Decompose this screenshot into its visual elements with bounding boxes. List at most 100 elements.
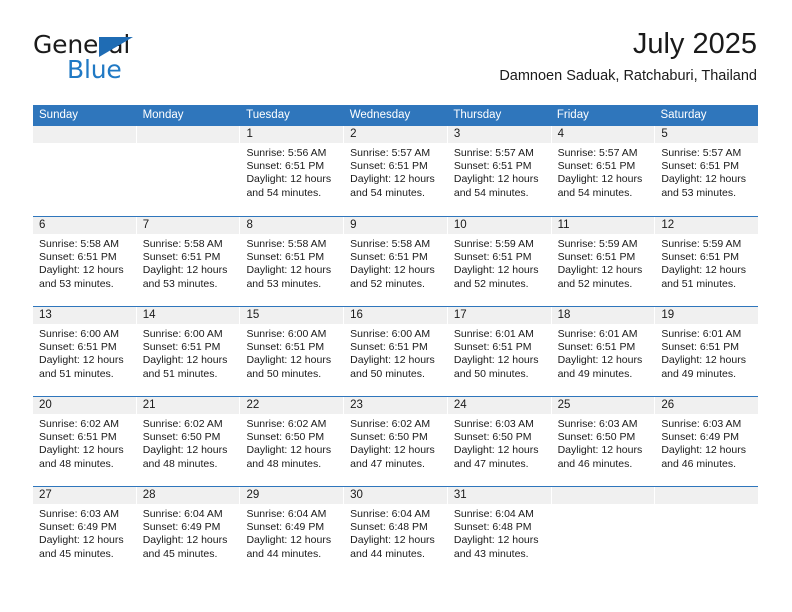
day-info: Sunrise: 6:04 AM Sunset: 6:49 PM Daylight:…: [137, 504, 240, 561]
page-subtitle: Damnoen Saduak, Ratchaburi, Thailand: [499, 68, 757, 85]
brand-logo[interactable]: General Blue: [33, 32, 233, 88]
sunset-text: Sunset: 6:51 PM: [557, 160, 636, 173]
calendar-day-cell[interactable]: 9 Sunrise: 5:58 AM Sunset: 6:51 PM Daylight…: [344, 217, 448, 306]
calendar-day-cell[interactable]: 2 Sunrise: 5:57 AM Sunset: 6:51 PM Daylight…: [344, 126, 448, 216]
calendar-day-cell[interactable]: 12 Sunrise: 5:59 AM Sunset: 6:51 PM Dayligh…: [655, 217, 759, 306]
calendar-day-cell[interactable]: 29 Sunrise: 6:04 AM Sunset: 6:49 PM Dayligh…: [240, 487, 345, 576]
daylight-text: Daylight: 12 hours and 48 minutes.: [39, 444, 124, 470]
sunset-text: Sunset: 6:51 PM: [453, 251, 532, 264]
calendar-day-cell[interactable]: 4 Sunrise: 5:57 AM Sunset: 6:51 PM Daylight…: [551, 126, 656, 216]
day-info: Sunrise: 6:03 AM Sunset: 6:49 PM Daylight:…: [655, 414, 758, 471]
day-number: 9: [344, 217, 447, 234]
sunset-text: Sunset: 6:51 PM: [246, 160, 325, 173]
sunset-text: Sunset: 6:51 PM: [39, 341, 117, 354]
calendar-day-cell-empty: [655, 487, 759, 576]
sunset-text: Sunset: 6:51 PM: [142, 251, 221, 264]
daylight-text: Daylight: 12 hours and 50 minutes.: [453, 354, 539, 380]
sunrise-text: Sunrise: 5:59 AM: [453, 238, 534, 250]
weekday-header-friday: Friday: [556, 109, 589, 121]
day-info: Sunrise: 5:59 AM Sunset: 6:51 PM Daylight:…: [448, 234, 551, 291]
calendar-day-cell[interactable]: 1 Sunrise: 5:56 AM Sunset: 6:51 PM Daylight…: [240, 126, 345, 216]
sunset-text: Sunset: 6:50 PM: [246, 431, 325, 444]
daylight-text: Daylight: 12 hours and 53 minutes.: [142, 264, 228, 290]
calendar-day-cell[interactable]: 23 Sunrise: 6:02 AM Sunset: 6:50 PM Dayligh…: [344, 397, 448, 486]
weekday-header-monday: Monday: [142, 109, 184, 121]
daylight-text: Daylight: 12 hours and 54 minutes.: [453, 173, 539, 199]
daylight-text: Daylight: 12 hours and 47 minutes.: [453, 444, 539, 470]
daylight-text: Daylight: 12 hours and 45 minutes.: [142, 534, 228, 560]
calendar-day-cell[interactable]: 16 Sunrise: 6:00 AM Sunset: 6:51 PM Dayligh…: [344, 307, 448, 396]
calendar-day-cell[interactable]: 18 Sunrise: 6:01 AM Sunset: 6:51 PM Dayligh…: [551, 307, 656, 396]
sunrise-text: Sunrise: 6:01 AM: [661, 328, 742, 340]
calendar-day-cell[interactable]: 14 Sunrise: 6:00 AM Sunset: 6:51 PM Dayligh…: [136, 307, 241, 396]
daylight-text: Daylight: 12 hours and 44 minutes.: [350, 534, 435, 560]
calendar-day-cell[interactable]: 20 Sunrise: 6:02 AM Sunset: 6:51 PM Dayligh…: [33, 397, 137, 486]
page-title: July 2025: [632, 28, 757, 60]
calendar-grid: Sunday Monday Tuesday Wednesday Thursday…: [33, 105, 759, 576]
sunrise-text: Sunrise: 5:59 AM: [557, 238, 638, 250]
day-number: 29: [240, 487, 344, 504]
calendar-day-cell[interactable]: 8 Sunrise: 5:58 AM Sunset: 6:51 PM Daylight…: [240, 217, 345, 306]
calendar-day-cell[interactable]: 7 Sunrise: 5:58 AM Sunset: 6:51 PM Daylight…: [136, 217, 241, 306]
calendar-weeks: 1 Sunrise: 5:56 AM Sunset: 6:51 PM Daylight…: [33, 126, 759, 576]
daylight-text: Daylight: 12 hours and 53 minutes.: [39, 264, 124, 290]
calendar-day-cell[interactable]: 24 Sunrise: 6:03 AM Sunset: 6:50 PM Dayligh…: [447, 397, 552, 486]
sunset-text: Sunset: 6:51 PM: [661, 251, 739, 264]
day-number: 10: [447, 217, 551, 234]
daylight-text: Daylight: 12 hours and 49 minutes.: [661, 354, 746, 380]
calendar-day-cell[interactable]: 31 Sunrise: 6:04 AM Sunset: 6:48 PM Dayligh…: [447, 487, 552, 576]
sunset-text: Sunset: 6:51 PM: [246, 251, 325, 264]
calendar-day-cell[interactable]: 17 Sunrise: 6:01 AM Sunset: 6:51 PM Dayligh…: [447, 307, 552, 396]
daylight-text: Daylight: 12 hours and 54 minutes.: [350, 173, 435, 199]
calendar-day-cell[interactable]: 27 Sunrise: 6:03 AM Sunset: 6:49 PM Dayligh…: [33, 487, 137, 576]
day-info: Sunrise: 6:04 AM Sunset: 6:49 PM Daylight:…: [240, 504, 343, 561]
day-number: 11: [551, 217, 655, 234]
brand-triangle-icon: [99, 37, 133, 57]
calendar-day-cell[interactable]: 22 Sunrise: 6:02 AM Sunset: 6:50 PM Dayligh…: [240, 397, 345, 486]
sunrise-text: Sunrise: 6:01 AM: [453, 328, 534, 340]
sunrise-text: Sunrise: 6:02 AM: [142, 418, 223, 430]
calendar-day-cell[interactable]: 6 Sunrise: 5:58 AM Sunset: 6:51 PM Daylight…: [33, 217, 137, 306]
calendar-day-cell[interactable]: 25 Sunrise: 6:03 AM Sunset: 6:50 PM Dayligh…: [551, 397, 656, 486]
sunset-text: Sunset: 6:51 PM: [350, 160, 428, 173]
sunrise-text: Sunrise: 5:57 AM: [557, 147, 638, 159]
sunrise-text: Sunrise: 5:57 AM: [453, 147, 534, 159]
weekday-header-tuesday: Tuesday: [246, 109, 290, 121]
calendar-day-cell[interactable]: 10 Sunrise: 5:59 AM Sunset: 6:51 PM Dayligh…: [447, 217, 552, 306]
sunrise-text: Sunrise: 6:04 AM: [142, 508, 223, 520]
sunrise-text: Sunrise: 5:58 AM: [39, 238, 119, 250]
sunrise-text: Sunrise: 6:04 AM: [453, 508, 534, 520]
day-info: Sunrise: 6:01 AM Sunset: 6:51 PM Daylight:…: [448, 324, 551, 381]
sunset-text: Sunset: 6:50 PM: [142, 431, 221, 444]
day-info: Sunrise: 5:57 AM Sunset: 6:51 PM Daylight:…: [344, 143, 447, 200]
calendar-day-cell[interactable]: 26 Sunrise: 6:03 AM Sunset: 6:49 PM Dayligh…: [655, 397, 759, 486]
day-info: Sunrise: 5:57 AM Sunset: 6:51 PM Daylight:…: [448, 143, 551, 200]
page-header: General Blue July 2025 Damnoen Saduak, R…: [33, 28, 757, 96]
day-number: 15: [240, 307, 344, 324]
calendar-day-cell[interactable]: 28 Sunrise: 6:04 AM Sunset: 6:49 PM Dayligh…: [136, 487, 241, 576]
calendar-day-cell[interactable]: 11 Sunrise: 5:59 AM Sunset: 6:51 PM Dayligh…: [551, 217, 656, 306]
calendar-week-row: 13 Sunrise: 6:00 AM Sunset: 6:51 PM Dayligh…: [33, 306, 759, 396]
day-number: 22: [240, 397, 344, 414]
calendar-week-row: 6 Sunrise: 5:58 AM Sunset: 6:51 PM Daylight…: [33, 216, 759, 306]
calendar-day-cell[interactable]: 13 Sunrise: 6:00 AM Sunset: 6:51 PM Dayligh…: [33, 307, 137, 396]
calendar-day-cell[interactable]: 3 Sunrise: 5:57 AM Sunset: 6:51 PM Daylight…: [447, 126, 552, 216]
daylight-text: Daylight: 12 hours and 54 minutes.: [246, 173, 332, 199]
sunrise-text: Sunrise: 6:00 AM: [350, 328, 431, 340]
brand-name-blue: Blue: [67, 55, 122, 84]
daylight-text: Daylight: 12 hours and 46 minutes.: [557, 444, 643, 470]
weekday-header-sunday: Sunday: [39, 109, 79, 121]
daylight-text: Daylight: 12 hours and 45 minutes.: [39, 534, 124, 560]
calendar-day-cell[interactable]: 30 Sunrise: 6:04 AM Sunset: 6:48 PM Dayligh…: [344, 487, 448, 576]
calendar-day-cell[interactable]: 21 Sunrise: 6:02 AM Sunset: 6:50 PM Dayligh…: [136, 397, 241, 486]
day-number: 8: [240, 217, 344, 234]
day-info: Sunrise: 5:58 AM Sunset: 6:51 PM Daylight:…: [240, 234, 343, 291]
day-info: Sunrise: 6:00 AM Sunset: 6:51 PM Daylight:…: [33, 324, 136, 381]
calendar-day-cell[interactable]: 19 Sunrise: 6:01 AM Sunset: 6:51 PM Dayligh…: [655, 307, 759, 396]
day-number: 5: [655, 126, 759, 143]
daylight-text: Daylight: 12 hours and 52 minutes.: [557, 264, 643, 290]
calendar-day-cell[interactable]: 5 Sunrise: 5:57 AM Sunset: 6:51 PM Daylight…: [655, 126, 759, 216]
day-info: Sunrise: 5:59 AM Sunset: 6:51 PM Daylight:…: [655, 234, 758, 291]
calendar-day-cell[interactable]: 15 Sunrise: 6:00 AM Sunset: 6:51 PM Dayligh…: [240, 307, 345, 396]
day-info: Sunrise: 6:04 AM Sunset: 6:48 PM Daylight:…: [448, 504, 551, 561]
